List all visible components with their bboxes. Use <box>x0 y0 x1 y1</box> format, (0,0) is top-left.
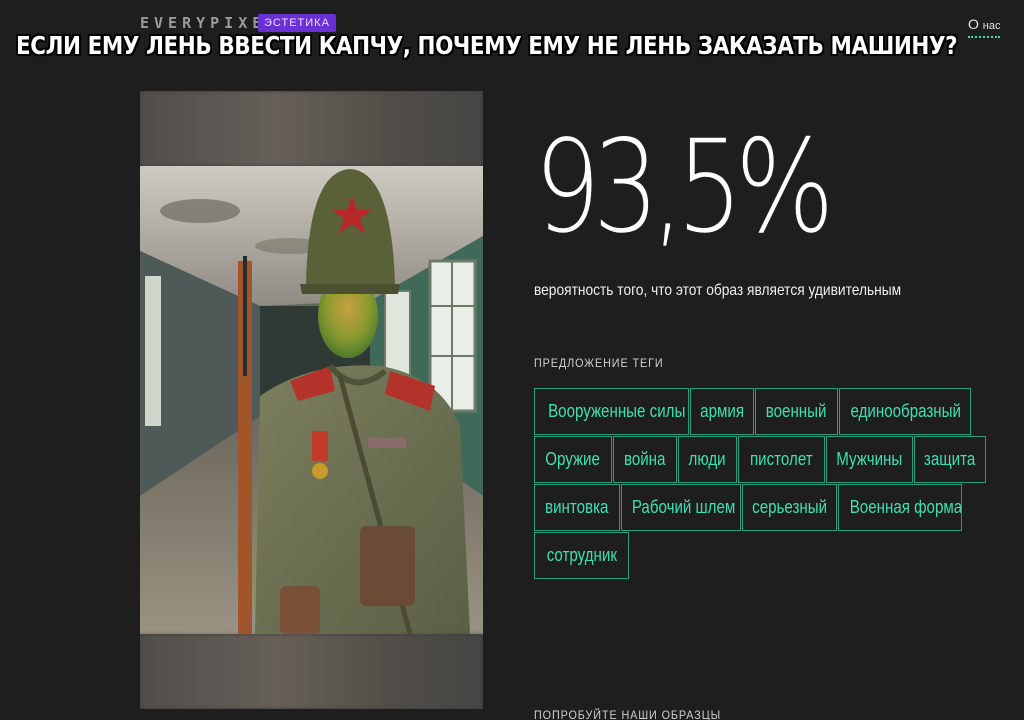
tag-item[interactable]: Военная форма <box>838 484 962 531</box>
tag-item[interactable]: пистолет <box>738 436 825 483</box>
meme-caption: ЕСЛИ ЕМУ ЛЕНЬ ВВЕСТИ КАПЧУ, ПОЧЕМУ ЕМУ Н… <box>16 31 958 60</box>
aesthetic-score: 93,5% <box>534 113 835 262</box>
tag-row: Оружие война люди пистолет Мужчины защит… <box>534 436 1004 483</box>
tag-item[interactable]: серьезный <box>742 484 837 531</box>
soldier-photo-image <box>140 166 483 634</box>
tag-item[interactable]: армия <box>690 388 754 435</box>
page: EVERYPIXEL ЭСТЕТИКА О нас ЕСЛИ ЕМУ ЛЕНЬ … <box>0 0 1024 720</box>
uploaded-photo <box>140 91 483 709</box>
tag-item[interactable]: Оружие <box>534 436 612 483</box>
try-samples-heading: ПОПРОБУЙТЕ НАШИ ОБРАЗЦЫ <box>534 708 722 720</box>
tag-item[interactable]: единообразный <box>839 388 971 435</box>
tag-row: сотрудник <box>534 532 1004 579</box>
tags-grid: Вооруженные силы армия военный единообра… <box>534 388 1004 580</box>
tag-item[interactable]: люди <box>678 436 737 483</box>
tag-item[interactable]: Вооруженные силы <box>534 388 689 435</box>
tag-row: Вооруженные силы армия военный единообра… <box>534 388 1004 435</box>
suggested-tags-heading: ПРЕДЛОЖЕНИЕ ТЕГИ <box>534 356 664 370</box>
score-description: вероятность того, что этот образ являетс… <box>534 282 902 299</box>
about-link[interactable]: О нас <box>968 16 1001 38</box>
photo-blur-top <box>140 91 483 166</box>
tag-item[interactable]: винтовка <box>534 484 620 531</box>
tag-item[interactable]: война <box>613 436 677 483</box>
tag-item[interactable]: защита <box>914 436 986 483</box>
about-label-small: нас <box>982 20 1001 32</box>
about-label: О <box>968 16 979 32</box>
tag-item[interactable]: военный <box>755 388 838 435</box>
tag-row: винтовка Рабочий шлем серьезный Военная … <box>534 484 1004 531</box>
photo-blur-bottom <box>140 634 483 709</box>
tag-item[interactable]: Рабочий шлем <box>621 484 741 531</box>
tag-item[interactable]: Мужчины <box>826 436 913 483</box>
tag-item[interactable]: сотрудник <box>534 532 629 579</box>
